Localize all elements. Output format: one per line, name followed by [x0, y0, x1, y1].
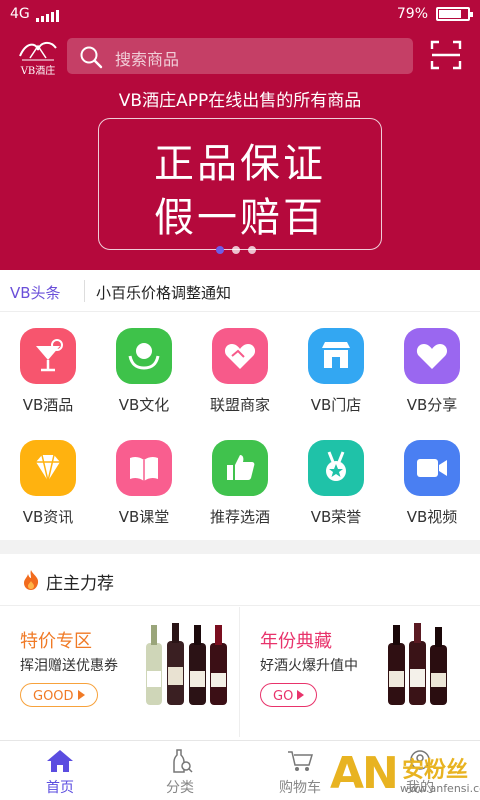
news-divider [84, 280, 85, 302]
grid-item[interactable]: VB门店 [288, 312, 384, 424]
watermark-logo: AN 安粉丝 www.anfensi.com [330, 748, 480, 800]
grid-item-label: VB资讯 [22, 508, 74, 526]
category-bottle-icon [173, 749, 193, 773]
search-input[interactable]: 搜索商品 [67, 38, 413, 74]
nav-label: 首页 [46, 780, 74, 796]
thumbs-up-icon [212, 440, 268, 496]
grid-item[interactable]: VB酒品 [0, 312, 96, 424]
good-button-label: GOOD [33, 688, 74, 704]
globe-hands-icon [116, 328, 172, 384]
news-ticker[interactable]: VB头条 小百乐价格调整通知 [0, 270, 480, 312]
grid-item-label: 联盟商家 [209, 396, 270, 414]
watermark-url: www.anfensi.com [400, 782, 480, 795]
heart-icon [404, 328, 460, 384]
banner-headline: VB酒庄APP在线出售的所有商品 [118, 91, 362, 111]
nav-category[interactable]: 分类 [120, 741, 240, 800]
grid-item-label: 推荐选酒 [209, 508, 270, 526]
section-divider [0, 540, 480, 554]
video-icon [404, 440, 460, 496]
promo-subtitle: 好酒火爆升值中 [260, 658, 358, 674]
go-button[interactable]: GO [260, 683, 318, 707]
watermark-text: 安粉丝 [402, 758, 469, 783]
battery-percent: 79% [396, 6, 428, 22]
grid-item-label: VB分享 [406, 396, 458, 414]
go-button-label: GO [273, 688, 294, 704]
promo-title: 特价专区 [20, 631, 92, 652]
news-headline[interactable]: 小百乐价格调整通知 [96, 282, 231, 303]
heart-handshake-icon [212, 328, 268, 384]
good-button[interactable]: GOOD [20, 683, 98, 707]
battery-icon [436, 7, 473, 21]
watermark-an: AN [330, 748, 399, 799]
promo-card-sale[interactable]: 特价专区 挥泪赠送优惠券 GOOD [0, 607, 240, 737]
medal-icon [308, 440, 364, 496]
status-bar: 4G 79% [0, 0, 480, 30]
grid-item-label: VB酒品 [22, 396, 74, 414]
grid-item[interactable]: VB荣誉 [288, 424, 384, 536]
grid-item-label: VB文化 [118, 396, 170, 414]
hero-banner[interactable]: VB酒庄 搜索商品 VB酒庄APP在线出售的所有商品 正品保证 假一赔百 [0, 30, 480, 270]
nav-home[interactable]: 首页 [0, 741, 120, 800]
carousel-dots[interactable] [216, 246, 256, 254]
section-header: 庄主力荐 [0, 554, 480, 606]
diamond-icon [20, 440, 76, 496]
network-label: 4G [10, 6, 30, 22]
search-placeholder: 搜索商品 [115, 50, 180, 69]
grid-item-label: VB荣誉 [310, 508, 362, 526]
grid-item[interactable]: VB课堂 [96, 424, 192, 536]
grid-item-label: VB视频 [406, 508, 458, 526]
grid-item[interactable]: VB视频 [384, 424, 480, 536]
grid-item-label: VB课堂 [118, 508, 170, 526]
grid-item[interactable]: VB文化 [96, 312, 192, 424]
wine-bottles-image [388, 623, 447, 705]
banner-line-2: 假一赔百 [154, 195, 326, 241]
promo-subtitle: 挥泪赠送优惠券 [20, 658, 118, 674]
grid-item[interactable]: 联盟商家 [192, 312, 288, 424]
category-grid: VB酒品 VB文化 联盟商家 VB门店 VB分享 VB资讯 VB课堂 推荐选酒 VB荣誉 VB视频 [0, 312, 480, 540]
grid-item[interactable]: 推荐选酒 [192, 424, 288, 536]
storefront-icon [308, 328, 364, 384]
search-icon [80, 46, 103, 69]
grid-item[interactable]: VB分享 [384, 312, 480, 424]
promo-card-vintage[interactable]: 年份典藏 好酒火爆升值中 GO [240, 607, 480, 737]
brand-logo: VB酒庄 [12, 38, 64, 80]
carousel-dot[interactable] [216, 246, 224, 254]
carousel-dot[interactable] [232, 246, 240, 254]
home-icon [47, 750, 73, 772]
logo-text: VB酒庄 [20, 66, 56, 77]
signal-icon [35, 10, 59, 22]
news-tag: VB头条 [10, 284, 61, 302]
book-icon [116, 440, 172, 496]
grid-item[interactable]: VB资讯 [0, 424, 96, 536]
scan-icon[interactable] [430, 40, 462, 70]
cart-icon [288, 751, 314, 771]
fire-icon [24, 570, 39, 590]
banner-slogan-box: 正品保证 假一赔百 [98, 118, 382, 250]
carousel-dot[interactable] [248, 246, 256, 254]
promo-title: 年份典藏 [260, 631, 332, 652]
wine-bottles-image [146, 623, 227, 705]
cocktail-icon [20, 328, 76, 384]
banner-line-1: 正品保证 [154, 141, 326, 187]
grid-item-label: VB门店 [310, 396, 362, 414]
play-arrow-icon [297, 690, 305, 700]
section-title: 庄主力荐 [46, 574, 114, 594]
nav-label: 分类 [166, 780, 194, 796]
play-arrow-icon [77, 690, 85, 700]
